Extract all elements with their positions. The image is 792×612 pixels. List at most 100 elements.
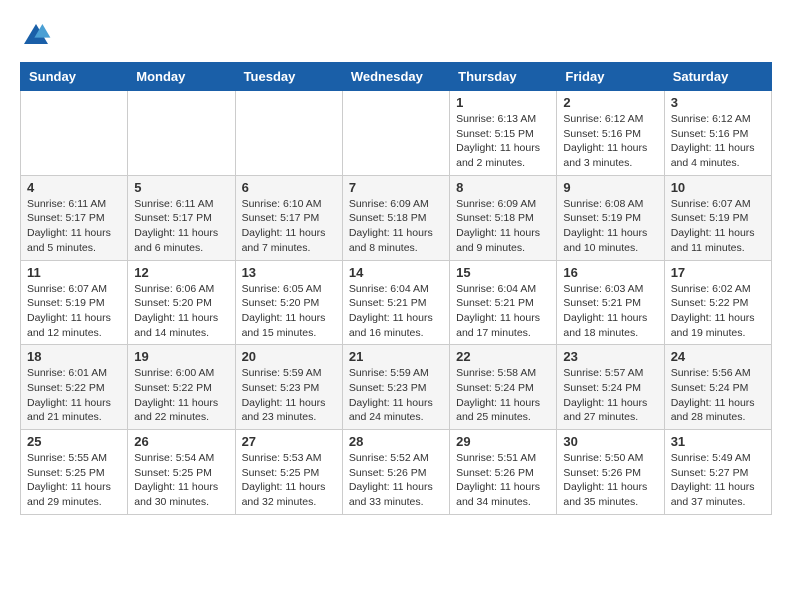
calendar-cell: 26 Sunrise: 5:54 AMSunset: 5:25 PMDayligh… [128,430,235,515]
page-header [20,20,772,52]
day-number: 9 [563,180,657,195]
day-number: 27 [242,434,336,449]
calendar-cell: 6 Sunrise: 6:10 AMSunset: 5:17 PMDaylight… [235,175,342,260]
calendar-week-row: 11 Sunrise: 6:07 AMSunset: 5:19 PMDayligh… [21,260,772,345]
day-number: 29 [456,434,550,449]
day-number: 24 [671,349,765,364]
calendar-cell: 28 Sunrise: 5:52 AMSunset: 5:26 PMDayligh… [342,430,449,515]
calendar-cell: 9 Sunrise: 6:08 AMSunset: 5:19 PMDaylight… [557,175,664,260]
day-number: 19 [134,349,228,364]
weekday-header-row: SundayMondayTuesdayWednesdayThursdayFrid… [21,63,772,91]
calendar-cell: 2 Sunrise: 6:12 AMSunset: 5:16 PMDaylight… [557,91,664,176]
calendar-cell: 23Sunrise: 5:57 AMSunset: 5:24 PMDayligh… [557,345,664,430]
calendar-week-row: 1 Sunrise: 6:13 AMSunset: 5:15 PMDaylight… [21,91,772,176]
day-info: Sunrise: 5:49 AMSunset: 5:27 PMDaylight:… [671,451,765,510]
day-info: Sunrise: 6:00 AMSunset: 5:22 PMDaylight:… [134,366,228,425]
calendar-cell: 24 Sunrise: 5:56 AMSunset: 5:24 PMDayligh… [664,345,771,430]
day-info: Sunrise: 5:53 AMSunset: 5:25 PMDaylight:… [242,451,336,510]
day-info: Sunrise: 6:01 AMSunset: 5:22 PMDaylight:… [27,366,121,425]
day-number: 2 [563,95,657,110]
calendar-cell: 17 Sunrise: 6:02 AMSunset: 5:22 PMDayligh… [664,260,771,345]
day-info: Sunrise: 6:04 AMSunset: 5:21 PMDaylight:… [456,282,550,341]
calendar-cell: 19 Sunrise: 6:00 AMSunset: 5:22 PMDayligh… [128,345,235,430]
calendar-week-row: 18Sunrise: 6:01 AMSunset: 5:22 PMDayligh… [21,345,772,430]
day-number: 20 [242,349,336,364]
day-info: Sunrise: 6:07 AMSunset: 5:19 PMDaylight:… [671,197,765,256]
day-number: 7 [349,180,443,195]
calendar-cell: 8 Sunrise: 6:09 AMSunset: 5:18 PMDaylight… [450,175,557,260]
calendar-cell: 31 Sunrise: 5:49 AMSunset: 5:27 PMDayligh… [664,430,771,515]
calendar-week-row: 4Sunrise: 6:11 AMSunset: 5:17 PMDaylight… [21,175,772,260]
day-info: Sunrise: 6:13 AMSunset: 5:15 PMDaylight:… [456,112,550,171]
day-number: 8 [456,180,550,195]
day-number: 16 [563,265,657,280]
calendar-cell: 7 Sunrise: 6:09 AMSunset: 5:18 PMDaylight… [342,175,449,260]
day-info: Sunrise: 5:50 AMSunset: 5:26 PMDaylight:… [563,451,657,510]
day-number: 26 [134,434,228,449]
calendar-cell: 5 Sunrise: 6:11 AMSunset: 5:17 PMDaylight… [128,175,235,260]
day-info: Sunrise: 6:08 AMSunset: 5:19 PMDaylight:… [563,197,657,256]
day-info: Sunrise: 6:10 AMSunset: 5:17 PMDaylight:… [242,197,336,256]
day-number: 25 [27,434,121,449]
day-number: 14 [349,265,443,280]
calendar-cell: 15 Sunrise: 6:04 AMSunset: 5:21 PMDayligh… [450,260,557,345]
day-info: Sunrise: 5:52 AMSunset: 5:26 PMDaylight:… [349,451,443,510]
day-info: Sunrise: 5:58 AMSunset: 5:24 PMDaylight:… [456,366,550,425]
day-info: Sunrise: 6:11 AMSunset: 5:17 PMDaylight:… [27,197,121,256]
calendar-cell: 20 Sunrise: 5:59 AMSunset: 5:23 PMDayligh… [235,345,342,430]
calendar-cell: 10 Sunrise: 6:07 AMSunset: 5:19 PMDayligh… [664,175,771,260]
day-info: Sunrise: 6:02 AMSunset: 5:22 PMDaylight:… [671,282,765,341]
weekday-header: Monday [128,63,235,91]
weekday-header: Saturday [664,63,771,91]
day-number: 28 [349,434,443,449]
day-number: 22 [456,349,550,364]
logo [20,20,56,52]
calendar-cell: 25 Sunrise: 5:55 AMSunset: 5:25 PMDayligh… [21,430,128,515]
day-info: Sunrise: 5:59 AMSunset: 5:23 PMDaylight:… [349,366,443,425]
day-info: Sunrise: 5:51 AMSunset: 5:26 PMDaylight:… [456,451,550,510]
calendar-cell: 12Sunrise: 6:06 AMSunset: 5:20 PMDayligh… [128,260,235,345]
weekday-header: Thursday [450,63,557,91]
calendar: SundayMondayTuesdayWednesdayThursdayFrid… [20,62,772,515]
day-info: Sunrise: 6:11 AMSunset: 5:17 PMDaylight:… [134,197,228,256]
day-info: Sunrise: 6:07 AMSunset: 5:19 PMDaylight:… [27,282,121,341]
logo-icon [20,20,52,52]
day-info: Sunrise: 6:03 AMSunset: 5:21 PMDaylight:… [563,282,657,341]
day-number: 5 [134,180,228,195]
day-info: Sunrise: 5:56 AMSunset: 5:24 PMDaylight:… [671,366,765,425]
calendar-cell: 27 Sunrise: 5:53 AMSunset: 5:25 PMDayligh… [235,430,342,515]
day-number: 31 [671,434,765,449]
day-info: Sunrise: 6:12 AMSunset: 5:16 PMDaylight:… [563,112,657,171]
calendar-cell: 30Sunrise: 5:50 AMSunset: 5:26 PMDayligh… [557,430,664,515]
weekday-header: Sunday [21,63,128,91]
day-number: 6 [242,180,336,195]
day-number: 10 [671,180,765,195]
weekday-header: Friday [557,63,664,91]
day-info: Sunrise: 5:54 AMSunset: 5:25 PMDaylight:… [134,451,228,510]
day-number: 15 [456,265,550,280]
calendar-cell: 13 Sunrise: 6:05 AMSunset: 5:20 PMDayligh… [235,260,342,345]
day-info: Sunrise: 5:55 AMSunset: 5:25 PMDaylight:… [27,451,121,510]
weekday-header: Tuesday [235,63,342,91]
day-number: 17 [671,265,765,280]
calendar-cell [128,91,235,176]
weekday-header: Wednesday [342,63,449,91]
day-info: Sunrise: 6:05 AMSunset: 5:20 PMDaylight:… [242,282,336,341]
calendar-cell: 4Sunrise: 6:11 AMSunset: 5:17 PMDaylight… [21,175,128,260]
day-info: Sunrise: 6:09 AMSunset: 5:18 PMDaylight:… [349,197,443,256]
day-info: Sunrise: 6:09 AMSunset: 5:18 PMDaylight:… [456,197,550,256]
day-number: 21 [349,349,443,364]
day-number: 1 [456,95,550,110]
day-number: 11 [27,265,121,280]
calendar-week-row: 25 Sunrise: 5:55 AMSunset: 5:25 PMDayligh… [21,430,772,515]
day-number: 3 [671,95,765,110]
day-info: Sunrise: 5:59 AMSunset: 5:23 PMDaylight:… [242,366,336,425]
day-number: 23 [563,349,657,364]
calendar-cell: 11 Sunrise: 6:07 AMSunset: 5:19 PMDayligh… [21,260,128,345]
calendar-cell: 3Sunrise: 6:12 AMSunset: 5:16 PMDaylight… [664,91,771,176]
day-number: 13 [242,265,336,280]
calendar-cell: 21 Sunrise: 5:59 AMSunset: 5:23 PMDayligh… [342,345,449,430]
day-info: Sunrise: 6:04 AMSunset: 5:21 PMDaylight:… [349,282,443,341]
calendar-cell: 1 Sunrise: 6:13 AMSunset: 5:15 PMDaylight… [450,91,557,176]
calendar-cell [235,91,342,176]
